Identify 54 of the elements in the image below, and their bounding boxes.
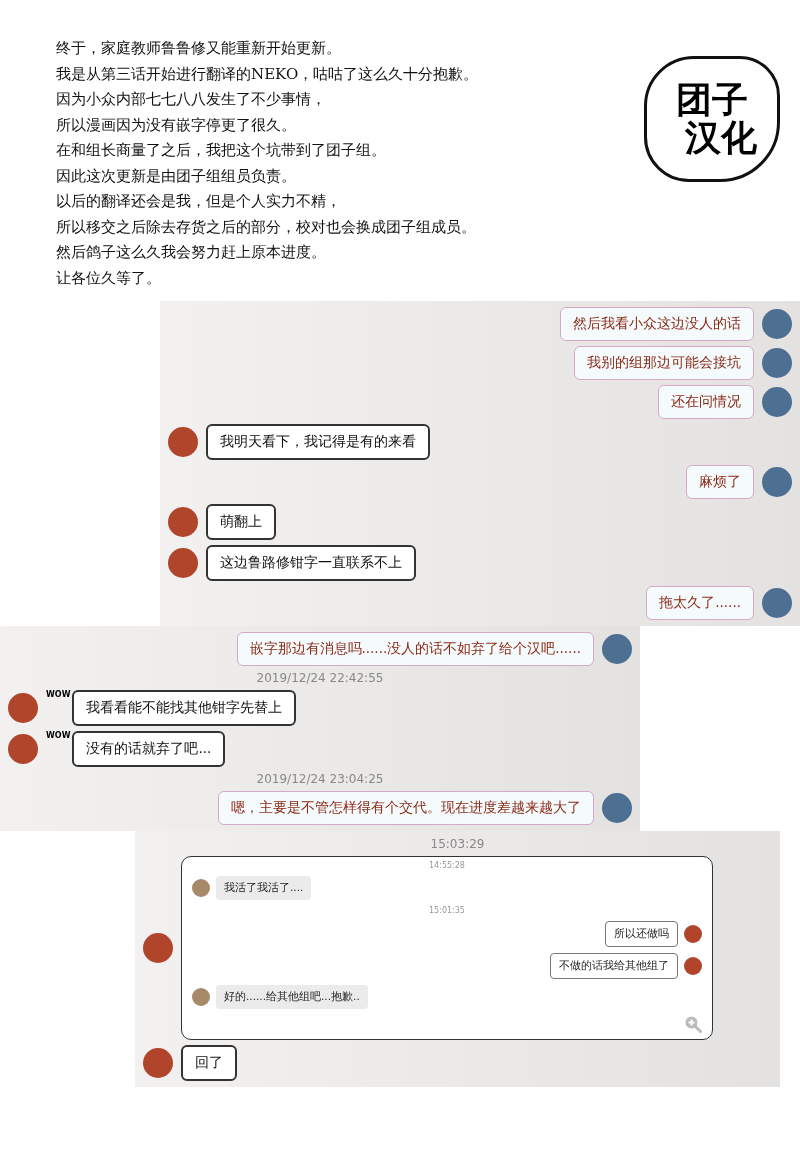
avatar (143, 1048, 173, 1078)
avatar (602, 634, 632, 664)
announcement-line: 以后的翻译还会是我，但是个人实力不精， (56, 191, 342, 212)
avatar (168, 548, 198, 578)
chat-bubble: 嵌字那边有消息吗......没人的话不如弃了给个汉吧...... (236, 632, 594, 666)
chat-bubble: 嗯，主要是不管怎样得有个交代。现在进度差越来越大了 (218, 791, 594, 825)
announcement-line: 让各位久等了。 (56, 267, 162, 289)
chat-bubble: 所以还做吗 (605, 921, 678, 947)
announcement-line: 所以移交之后除去存货之后的部分，校对也会换成团子组成员。 (56, 216, 477, 238)
avatar (168, 427, 198, 457)
chat-bubble: 麻烦了 (686, 465, 754, 499)
timestamp: 14:55:28 (429, 861, 465, 870)
avatar (602, 793, 632, 823)
logo: 团子 汉化 (644, 56, 780, 182)
chat-bubble: 我别的组那边可能会接坑 (574, 346, 754, 380)
avatar (168, 507, 198, 537)
chat-bubble: 还在问情况 (658, 385, 754, 419)
avatar (192, 879, 210, 897)
chat-bubble: 好的......给其他组吧...抱歉.. (216, 985, 368, 1009)
avatar (143, 933, 173, 963)
timestamp: 15:03:29 (430, 837, 485, 851)
announcement-line: 因为小众内部七七八八发生了不少事情， (56, 89, 327, 110)
announcement-line: 在和组长商量了之后，我把这个坑带到了团子组。 (56, 140, 387, 161)
avatar (8, 693, 38, 723)
avatar (684, 925, 702, 943)
chat-bubble: 我活了我活了.... (216, 876, 312, 900)
chat-bubble: 没有的话就弃了吧... (72, 731, 226, 767)
avatar (762, 387, 792, 417)
wow-label: WOW (46, 690, 71, 699)
zoom-in-icon[interactable] (684, 1015, 702, 1033)
avatar (192, 988, 210, 1006)
chat-bubble: 萌翻上 (206, 504, 276, 540)
announcement-line: 然后鸽子这么久我会努力赶上原本进度。 (56, 242, 327, 263)
avatar (8, 734, 38, 764)
avatar (762, 309, 792, 339)
announcement-line: 终于，家庭教师鲁鲁修又能重新开始更新。 (56, 38, 342, 59)
avatar (762, 588, 792, 618)
announcement-line: 我是从第三话开始进行翻译的NEKO，咕咕了这么久十分抱歉。 (56, 63, 479, 85)
chat-bubble: 回了 (181, 1045, 237, 1081)
timestamp: 15:01:35 (429, 906, 465, 915)
announcement-line: 因此这次更新是由团子组组员负责。 (56, 165, 297, 187)
timestamp: 2019/12/24 23:04:25 (256, 772, 384, 786)
chat-bubble: 拖太久了...... (646, 586, 754, 620)
avatar (762, 348, 792, 378)
chat-bubble: 我看看能不能找其他钳字先替上 (72, 690, 297, 726)
avatar (762, 467, 792, 497)
chat-bubble: 然后我看小众这边没人的话 (560, 307, 754, 341)
chat-bubble: 这边鲁路修钳字一直联系不上 (206, 545, 416, 581)
timestamp: 2019/12/24 22:42:55 (256, 671, 384, 685)
wow-label: WOW (46, 731, 71, 740)
chat-bubble: 不做的话我给其他组了 (550, 953, 678, 979)
chat-bubble: 我明天看下，我记得是有的来看 (206, 424, 430, 460)
announcement-line: 所以漫画因为没有嵌字停更了很久。 (56, 114, 297, 136)
avatar (684, 957, 702, 975)
